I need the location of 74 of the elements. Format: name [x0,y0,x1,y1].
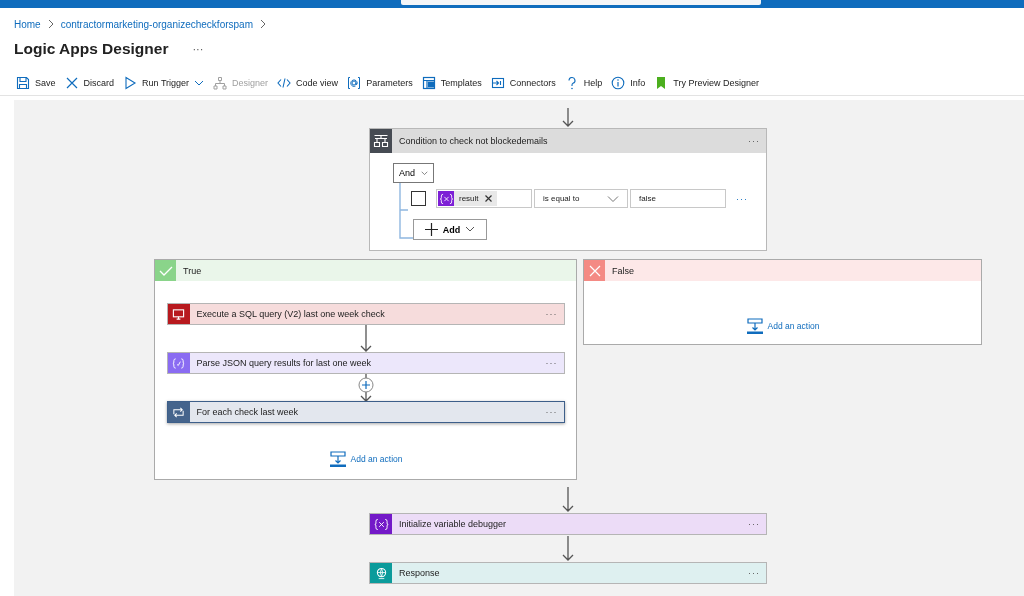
chevron-down-icon [607,194,619,203]
chevron-down-icon [421,169,428,177]
play-icon [123,76,138,90]
braces-icon [167,353,190,373]
action-title: Initialize variable debugger [398,519,508,529]
action-title: Response [398,568,441,578]
operand-field[interactable]: result [436,189,532,208]
more-button[interactable]: ··· [742,519,766,529]
token-chip[interactable]: result [438,191,497,206]
action-title: Execute a SQL query (V2) last one week check [195,309,386,319]
action-card[interactable]: For each check last week ··· [166,401,565,423]
search-field[interactable] [401,0,761,5]
more-button[interactable]: ··· [728,193,748,204]
more-button[interactable]: ··· [539,309,564,319]
variable-icon [438,191,454,206]
toolbar-button[interactable]: Code view [277,76,345,90]
branch-title: False [611,265,634,276]
arrow [562,536,574,561]
add-step-icon [328,451,347,467]
action-card[interactable]: Execute a SQL query (V2) last one week check ··· [166,303,565,325]
arrow [562,108,574,127]
at-bracket-icon [347,76,362,90]
add-action-button[interactable]: Add an action [739,317,826,335]
toolbar-button[interactable]: Parameters [347,76,419,90]
checkbox[interactable] [411,191,426,206]
add-step-icon [745,318,764,334]
save-icon [16,76,30,90]
page-title: Logic Apps Designer [14,40,169,58]
action-card[interactable]: Initialize variable debugger ··· [369,513,767,535]
globe-icon [370,563,392,583]
toolbar-button[interactable]: Try Preview Designer [654,76,765,90]
operator-dropdown[interactable]: is equal to [534,189,628,208]
add-dropdown-button[interactable]: Add [413,219,487,240]
monitor-icon [167,304,190,324]
chevron-down-icon [465,226,476,233]
action-title: Parse JSON query results for last one week [195,358,373,368]
remove-icon[interactable] [483,194,493,203]
condition-title: Condition to check not blockedemails [398,136,549,146]
chevron-icon [46,19,55,29]
action-title: For each check last week [195,407,300,417]
toolbar-button[interactable]: Connectors [490,76,562,90]
code-icon [277,76,292,90]
toolbar-button[interactable]: Templates [421,76,488,90]
action-card[interactable]: Parse JSON query results for last one week ··· [166,352,565,374]
insert-step-drawing[interactable] [357,374,374,402]
toolbar-button[interactable]: Help [564,76,609,90]
more-button[interactable]: ··· [539,358,564,368]
more-button[interactable]: ··· [742,136,766,146]
toolbar-button[interactable]: Info [611,76,652,90]
chevron-down-icon [194,79,205,87]
variable-icon [370,514,392,534]
toolbar-button[interactable]: Save [16,76,62,90]
more-button[interactable]: ··· [190,43,206,55]
toolbar-button[interactable]: Discard [64,76,121,90]
branch-title: True [182,265,202,276]
hierarchy-icon [213,76,228,90]
plus-icon [424,223,438,236]
arrow [359,325,372,352]
arrow [562,487,574,512]
info-icon [611,76,626,90]
toolbar-button[interactable]: Run Trigger [123,76,211,90]
action-card[interactable]: Response ··· [369,562,767,584]
breadcrumb-link[interactable]: Home [14,18,41,30]
connector-icon [490,76,505,90]
value-field[interactable]: false [630,189,726,208]
more-button[interactable]: ··· [539,407,564,417]
more-button[interactable]: ··· [742,568,766,578]
grid-icon [421,76,436,90]
breadcrumb-link[interactable]: contractormarketing-organizecheckforspam [60,18,253,30]
chevron-icon [259,19,267,29]
group-operator-dropdown[interactable]: And [393,163,434,183]
add-action-button[interactable]: Add an action [322,450,409,468]
loop-icon [167,402,190,422]
close-icon [64,76,79,90]
